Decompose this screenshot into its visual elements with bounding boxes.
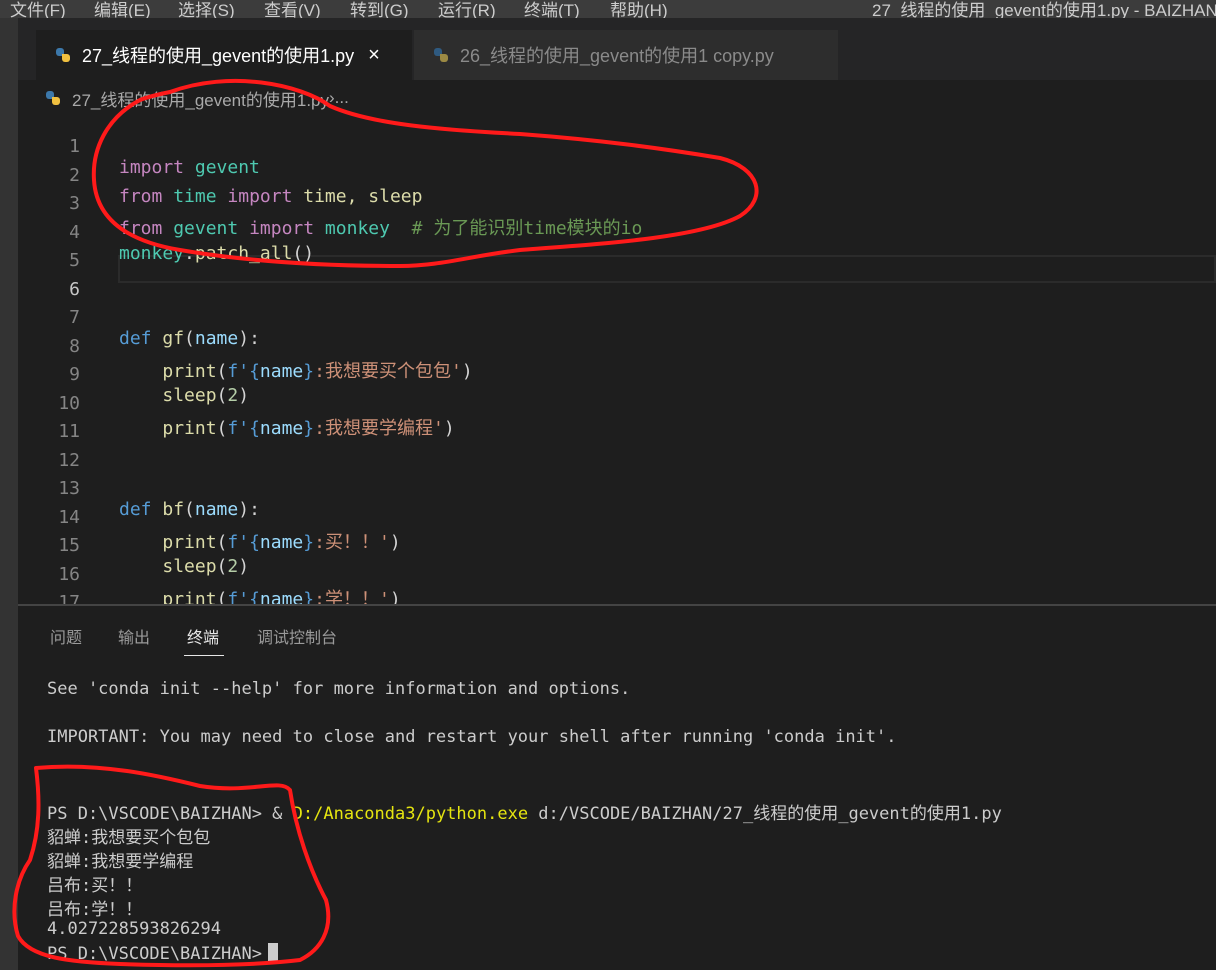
code-line: 2 from time import time, sleep bbox=[18, 144, 1216, 207]
terminal-output-line: 4.027228593826294 bbox=[47, 919, 221, 939]
code-line: 13 def bf(name): bbox=[18, 457, 1216, 520]
terminal-prompt-line[interactable]: PS D:\VSCODE\BAIZHAN> bbox=[47, 943, 278, 964]
python-file-icon bbox=[434, 48, 448, 62]
tab-label: 27_线程的使用_gevent的使用1.py bbox=[82, 46, 355, 66]
menu-edit[interactable]: 编辑(E) bbox=[94, 0, 151, 18]
tab-problems[interactable]: 问题 bbox=[50, 624, 82, 648]
menu-run[interactable]: 运行(R) bbox=[438, 0, 496, 18]
code-line: 10 print(f'{name}:我想要学编程') bbox=[18, 372, 1216, 439]
menu-view[interactable]: 查看(V) bbox=[264, 0, 321, 18]
code-line: 6 bbox=[18, 258, 1216, 300]
breadcrumb-more[interactable]: ... bbox=[335, 88, 349, 108]
terminal-prompt: PS D:\VSCODE\BAIZHAN> bbox=[47, 804, 273, 824]
code-line: 3 from gevent import monkey # 为了能识别time模… bbox=[18, 172, 1216, 239]
tab-inactive-file[interactable]: 26_线程的使用_gevent的使用1 copy.py bbox=[414, 30, 838, 80]
python-file-icon bbox=[46, 91, 60, 105]
menu-bar: 文件(F) 编辑(E) 选择(S) 查看(V) 转到(G) 运行(R) 终端(T… bbox=[0, 0, 1216, 18]
code-line: 8 print(f'{name}:我想要买个包包') bbox=[18, 315, 1216, 382]
terminal-executable: D:/Anaconda3/python.exe bbox=[292, 804, 529, 824]
code-line: 7 def gf(name): bbox=[18, 286, 1216, 349]
terminal-line: See 'conda init --help' for more informa… bbox=[47, 679, 631, 699]
tab-terminal[interactable]: 终端 bbox=[187, 624, 219, 648]
code-line: 1 import gevent bbox=[18, 115, 1216, 178]
menu-file[interactable]: 文件(F) bbox=[10, 0, 66, 18]
breadcrumb-file[interactable]: 27_线程的使用_gevent的使用1.py bbox=[72, 86, 329, 111]
terminal-output-line: 吕布:买！！ bbox=[47, 876, 143, 896]
code-line: 4 monkey.patch_all() bbox=[18, 201, 1216, 264]
code-line: 16 print(f'{name}:学！！') bbox=[18, 543, 1216, 610]
tab-debug-console[interactable]: 调试控制台 bbox=[257, 624, 337, 648]
window-title: 27_线程的使用_gevent的使用1.py - BAIZHAN bbox=[872, 1, 1216, 18]
code-editor[interactable]: 1 import gevent 2 from time import time,… bbox=[18, 112, 1216, 613]
code-line: 17 bbox=[18, 571, 1216, 613]
tab-active-file[interactable]: 27_线程的使用_gevent的使用1.py × bbox=[36, 30, 412, 80]
code-line: 11 bbox=[18, 400, 1216, 442]
terminal-command-line: PS D:\VSCODE\BAIZHAN> & D:/Anaconda3/pyt… bbox=[47, 799, 1002, 824]
terminal-script-path: d:/VSCODE/BAIZHAN/27_线程的使用_gevent的使用1.py bbox=[528, 804, 1002, 824]
tab-output[interactable]: 输出 bbox=[118, 624, 150, 648]
python-file-icon bbox=[56, 48, 70, 62]
code-line: 15 sleep(2) bbox=[18, 514, 1216, 577]
close-icon[interactable]: × bbox=[368, 44, 380, 67]
activity-bar bbox=[0, 18, 18, 970]
code-line: 9 sleep(2) bbox=[18, 343, 1216, 406]
code-line: 12 bbox=[18, 429, 1216, 471]
menu-selection[interactable]: 选择(S) bbox=[178, 0, 235, 18]
tab-label: 26_线程的使用_gevent的使用1 copy.py bbox=[460, 46, 774, 66]
terminal-output-line: 貂蝉:我想要学编程 bbox=[47, 852, 194, 872]
terminal-line: IMPORTANT: You may need to close and res… bbox=[47, 727, 897, 747]
active-tab-indicator bbox=[184, 655, 224, 656]
terminal-cursor bbox=[267, 943, 278, 962]
terminal-token: & bbox=[272, 804, 293, 824]
editor-tab-bar: 27_线程的使用_gevent的使用1.py × 26_线程的使用_gevent… bbox=[18, 18, 1216, 80]
breadcrumb: 27_线程的使用_gevent的使用1.py › ... bbox=[46, 86, 349, 110]
menu-terminal[interactable]: 终端(T) bbox=[524, 0, 580, 18]
code-line: 14 print(f'{name}:买！！') bbox=[18, 486, 1216, 553]
menu-help[interactable]: 帮助(H) bbox=[610, 0, 668, 18]
terminal-prompt: PS D:\VSCODE\BAIZHAN> bbox=[47, 944, 262, 964]
terminal-panel: 问题 输出 终端 调试控制台 See 'conda init --help' f… bbox=[18, 606, 1216, 970]
code-line: 5 bbox=[18, 229, 1216, 271]
menu-go[interactable]: 转到(G) bbox=[350, 0, 409, 18]
terminal-output-line: 貂蝉:我想要买个包包 bbox=[47, 828, 211, 848]
terminal-output-line: 吕布:学！！ bbox=[47, 900, 143, 920]
